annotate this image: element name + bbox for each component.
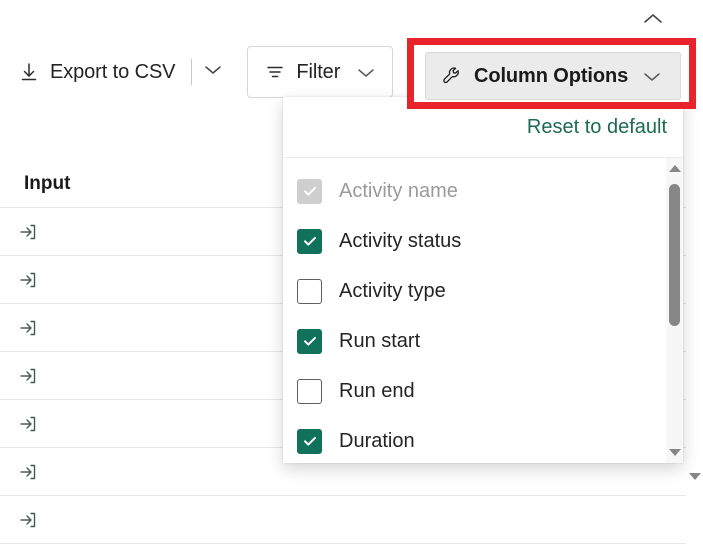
- chevron-down-icon[interactable]: [642, 70, 662, 83]
- checkbox-checked-icon[interactable]: [297, 329, 322, 354]
- column-option-label: Activity type: [339, 280, 446, 303]
- column-option-activity-status[interactable]: Activity status: [283, 216, 683, 266]
- column-option-duration[interactable]: Duration: [283, 416, 683, 463]
- column-options-list: Activity name Activity status Activity t…: [283, 158, 683, 463]
- triangle-down-icon: [669, 449, 681, 456]
- arrow-into-box-icon[interactable]: [17, 317, 39, 339]
- filter-label: Filter: [296, 61, 340, 84]
- column-option-label: Run end: [339, 380, 415, 403]
- column-option-activity-type[interactable]: Activity type: [283, 266, 683, 316]
- arrow-into-box-icon[interactable]: [17, 509, 39, 531]
- column-option-label: Run start: [339, 330, 420, 353]
- column-header-input[interactable]: Input: [24, 173, 70, 195]
- export-to-csv-label: Export to CSV: [50, 61, 175, 84]
- chevron-down-icon[interactable]: [356, 66, 376, 79]
- column-options-label: Column Options: [474, 65, 628, 88]
- filter-button[interactable]: Filter: [247, 46, 393, 98]
- table-row[interactable]: [0, 496, 686, 544]
- panel-scrollbar[interactable]: [666, 158, 683, 463]
- checkbox-unchecked-icon[interactable]: [297, 379, 322, 404]
- chevron-down-icon: [203, 63, 223, 81]
- arrow-into-box-icon[interactable]: [17, 269, 39, 291]
- chevron-up-icon: [642, 12, 664, 31]
- checkbox-checked-icon[interactable]: [297, 229, 322, 254]
- scrollbar-thumb[interactable]: [669, 184, 680, 326]
- column-options-button[interactable]: Column Options: [425, 52, 681, 100]
- wrench-icon: [440, 64, 464, 88]
- page-scroll-down-button[interactable]: [686, 468, 703, 485]
- scroll-down-button[interactable]: [666, 444, 683, 461]
- column-option-label: Activity status: [339, 230, 461, 253]
- triangle-down-icon: [689, 473, 701, 480]
- scroll-up-button[interactable]: [666, 160, 683, 177]
- arrow-into-box-icon[interactable]: [17, 413, 39, 435]
- toolbar-divider: [191, 59, 192, 85]
- download-icon: [18, 61, 40, 83]
- arrow-into-box-icon[interactable]: [17, 221, 39, 243]
- column-option-run-end[interactable]: Run end: [283, 366, 683, 416]
- checkbox-unchecked-icon[interactable]: [297, 279, 322, 304]
- column-option-run-start[interactable]: Run start: [283, 316, 683, 366]
- checkbox-checked-disabled-icon: [297, 179, 322, 204]
- export-to-csv-caret-button[interactable]: [196, 51, 230, 93]
- reset-to-default-link[interactable]: Reset to default: [527, 116, 667, 139]
- command-bar: Export to CSV Filter: [0, 47, 393, 97]
- column-options-panel: Reset to default Activity name Activity …: [283, 97, 683, 463]
- triangle-up-icon: [669, 165, 681, 172]
- export-to-csv-button[interactable]: Export to CSV: [8, 51, 185, 93]
- filter-icon: [264, 61, 286, 83]
- column-option-activity-name: Activity name: [283, 166, 683, 216]
- column-option-label: Duration: [339, 430, 415, 453]
- checkbox-checked-icon[interactable]: [297, 429, 322, 454]
- arrow-into-box-icon[interactable]: [17, 461, 39, 483]
- column-option-label: Activity name: [339, 180, 458, 203]
- collapse-panel-button[interactable]: [636, 8, 670, 34]
- arrow-into-box-icon[interactable]: [17, 365, 39, 387]
